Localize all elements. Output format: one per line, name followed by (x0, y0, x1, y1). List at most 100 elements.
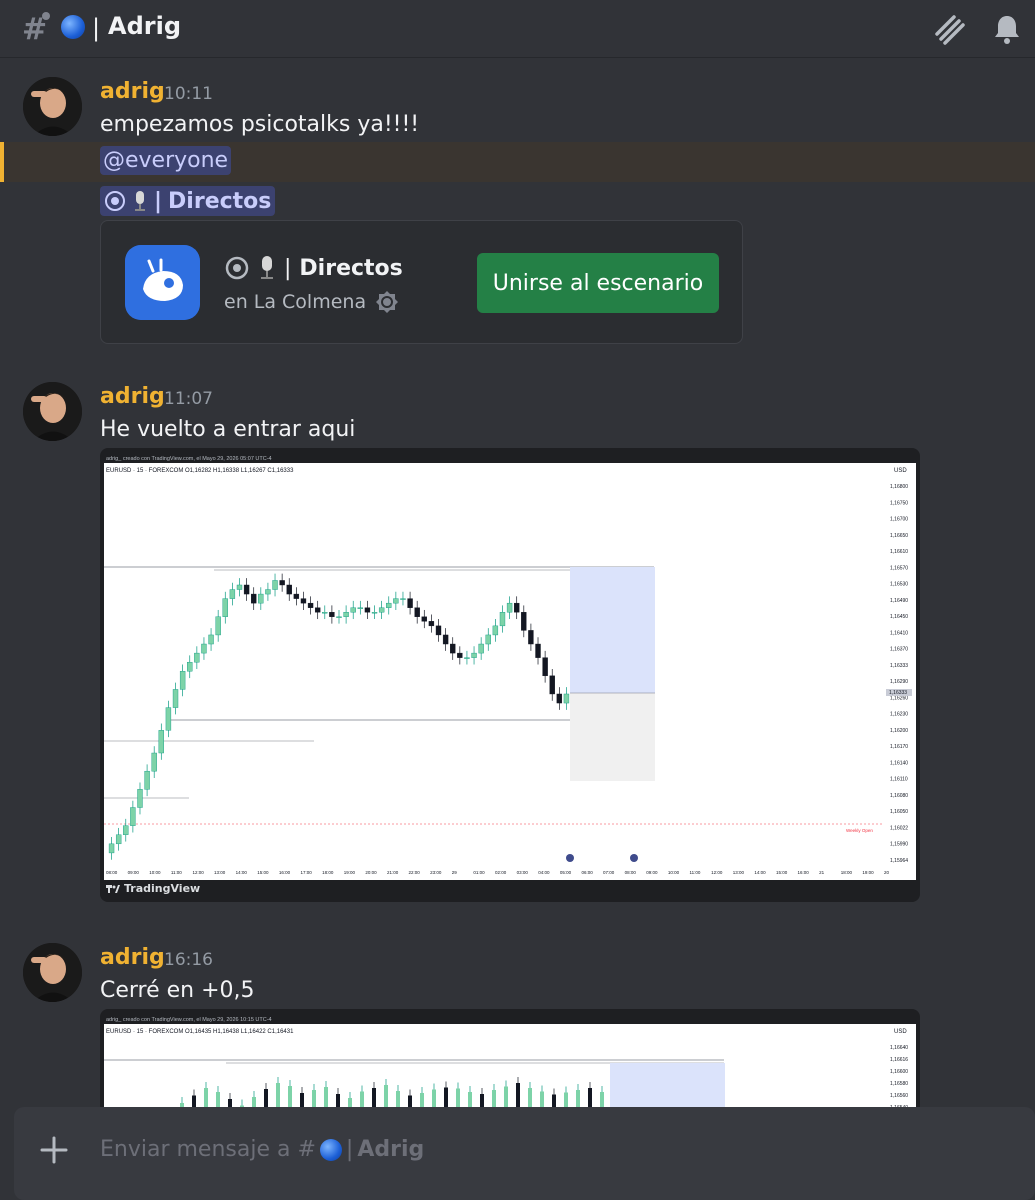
candle (108, 843, 115, 854)
candle (151, 752, 157, 772)
weekly-open-label: Weekly Open (846, 828, 873, 833)
y-tick-label: 1,16700 (890, 517, 908, 523)
threads-icon[interactable] (932, 12, 966, 46)
tradingview-watermark: TradingView (106, 882, 200, 895)
candle (485, 634, 491, 645)
candle (300, 598, 307, 604)
candle (137, 789, 143, 808)
event-marker (630, 854, 638, 862)
stage-icon (225, 256, 249, 280)
y-tick-label: 1,16410 (890, 630, 908, 636)
x-tick-label: 14:00 (754, 870, 766, 875)
candle (265, 589, 271, 595)
author-name[interactable]: adrig (100, 945, 165, 970)
channel-notification-dot (42, 12, 50, 20)
candle (215, 616, 221, 636)
stage-title: | Directos (224, 255, 403, 281)
x-tick-label: 08:00 (106, 870, 118, 875)
close-price-label: 1,16333 (889, 690, 907, 696)
candle (123, 825, 129, 835)
channel-header: # | Adrig (0, 0, 1035, 58)
candle (556, 693, 563, 704)
candle (236, 584, 243, 590)
stage-title-label: Directos (299, 255, 403, 281)
candle (272, 580, 278, 590)
candle (528, 630, 534, 645)
candle (258, 593, 264, 604)
candle (492, 625, 499, 636)
x-tick-label: 07:00 (603, 870, 615, 875)
chart-image-attachment[interactable]: adrig_ creado con TradingView.com, el Ma… (100, 1009, 920, 1119)
tradingview-logo-icon (106, 884, 120, 893)
candle (329, 612, 335, 617)
x-tick-label: 16:00 (279, 870, 291, 875)
channel-mention[interactable]: | Directos (100, 186, 276, 216)
y-tick-label: 1,15990 (890, 842, 908, 848)
x-tick-label: 14:00 (236, 870, 248, 875)
y-tick-label: 1,16616 (890, 1057, 908, 1063)
x-tick-label: 18:00 (841, 870, 853, 875)
y-tick-label: 1,16370 (890, 647, 908, 653)
candle (549, 675, 555, 695)
avatar[interactable] (23, 943, 82, 1002)
channel-mention-label: Directos (168, 188, 272, 214)
blue-circle-emoji (319, 1138, 342, 1161)
x-tick-label: 04:00 (538, 870, 550, 875)
y-tick-label: 1,16290 (890, 679, 908, 685)
x-tick-label: 10:00 (668, 870, 680, 875)
y-tick-label: 1,16260 (890, 695, 908, 701)
everyone-mention[interactable]: @everyone (100, 146, 232, 175)
y-tick-label: 1,16490 (890, 598, 908, 604)
candle (336, 616, 342, 618)
x-tick-label: 13:00 (214, 870, 226, 875)
join-stage-button[interactable]: Unirse al escenario (477, 253, 719, 313)
y-tick-label: 1,16600 (890, 1069, 908, 1075)
candle (364, 607, 371, 613)
target-zone (570, 567, 655, 693)
add-attachment-icon[interactable] (36, 1132, 72, 1168)
candle (435, 625, 442, 636)
server-icon (125, 245, 200, 320)
candle (293, 593, 300, 599)
candle (421, 616, 427, 622)
event-marker (566, 854, 574, 862)
x-tick-label: 17:00 (301, 870, 313, 875)
avatar[interactable] (23, 77, 82, 136)
chart-symbol: EURUSD · 15 · FOREXCOM O1,16282 H1,16338… (106, 468, 294, 474)
author-name[interactable]: adrig (100, 384, 165, 409)
x-tick-label: 11:00 (690, 870, 701, 875)
candle (350, 607, 356, 613)
message-input-placeholder[interactable]: Enviar mensaje a # | Adrig (100, 1137, 424, 1162)
y-tick-label: 1,15964 (890, 858, 908, 864)
candle (251, 593, 257, 604)
x-tick-label: 02:00 (495, 870, 507, 875)
x-tick-label: 22:00 (409, 870, 421, 875)
y-tick-label: 1,16050 (890, 809, 908, 815)
y-tick-label: 1,16080 (890, 793, 908, 799)
candlestick-chart: adrig_ creado con TradingView.com, el Ma… (104, 1013, 916, 1119)
candle (172, 689, 179, 708)
candle (563, 693, 570, 704)
y-tick-label: 1,16750 (890, 500, 908, 506)
bell-icon[interactable] (990, 12, 1024, 46)
candle (464, 657, 470, 659)
timestamp: 16:16 (164, 950, 213, 970)
candle (407, 598, 413, 608)
candle (243, 584, 250, 595)
x-tick-label: 12:00 (192, 870, 204, 875)
candle (357, 607, 364, 609)
avatar[interactable] (23, 382, 82, 441)
author-name[interactable]: adrig (100, 79, 165, 104)
y-tick-label: 1,16110 (890, 777, 908, 783)
chart-caption: adrig_ creado con TradingView.com, el Ma… (106, 1017, 272, 1023)
y-tick-label: 1,16650 (890, 533, 908, 539)
candle (314, 607, 321, 613)
candle (442, 634, 449, 645)
message-composer[interactable]: Enviar mensaje a # | Adrig (14, 1107, 1035, 1200)
chart-image-attachment[interactable]: adrig_ creado con TradingView.com, el Ma… (100, 448, 920, 902)
candle (130, 807, 136, 826)
candle (115, 834, 122, 845)
message-text: empezamos psicotalks ya!!!! (100, 112, 420, 137)
candle (535, 643, 541, 658)
x-tick-label: 21:00 (387, 870, 399, 875)
